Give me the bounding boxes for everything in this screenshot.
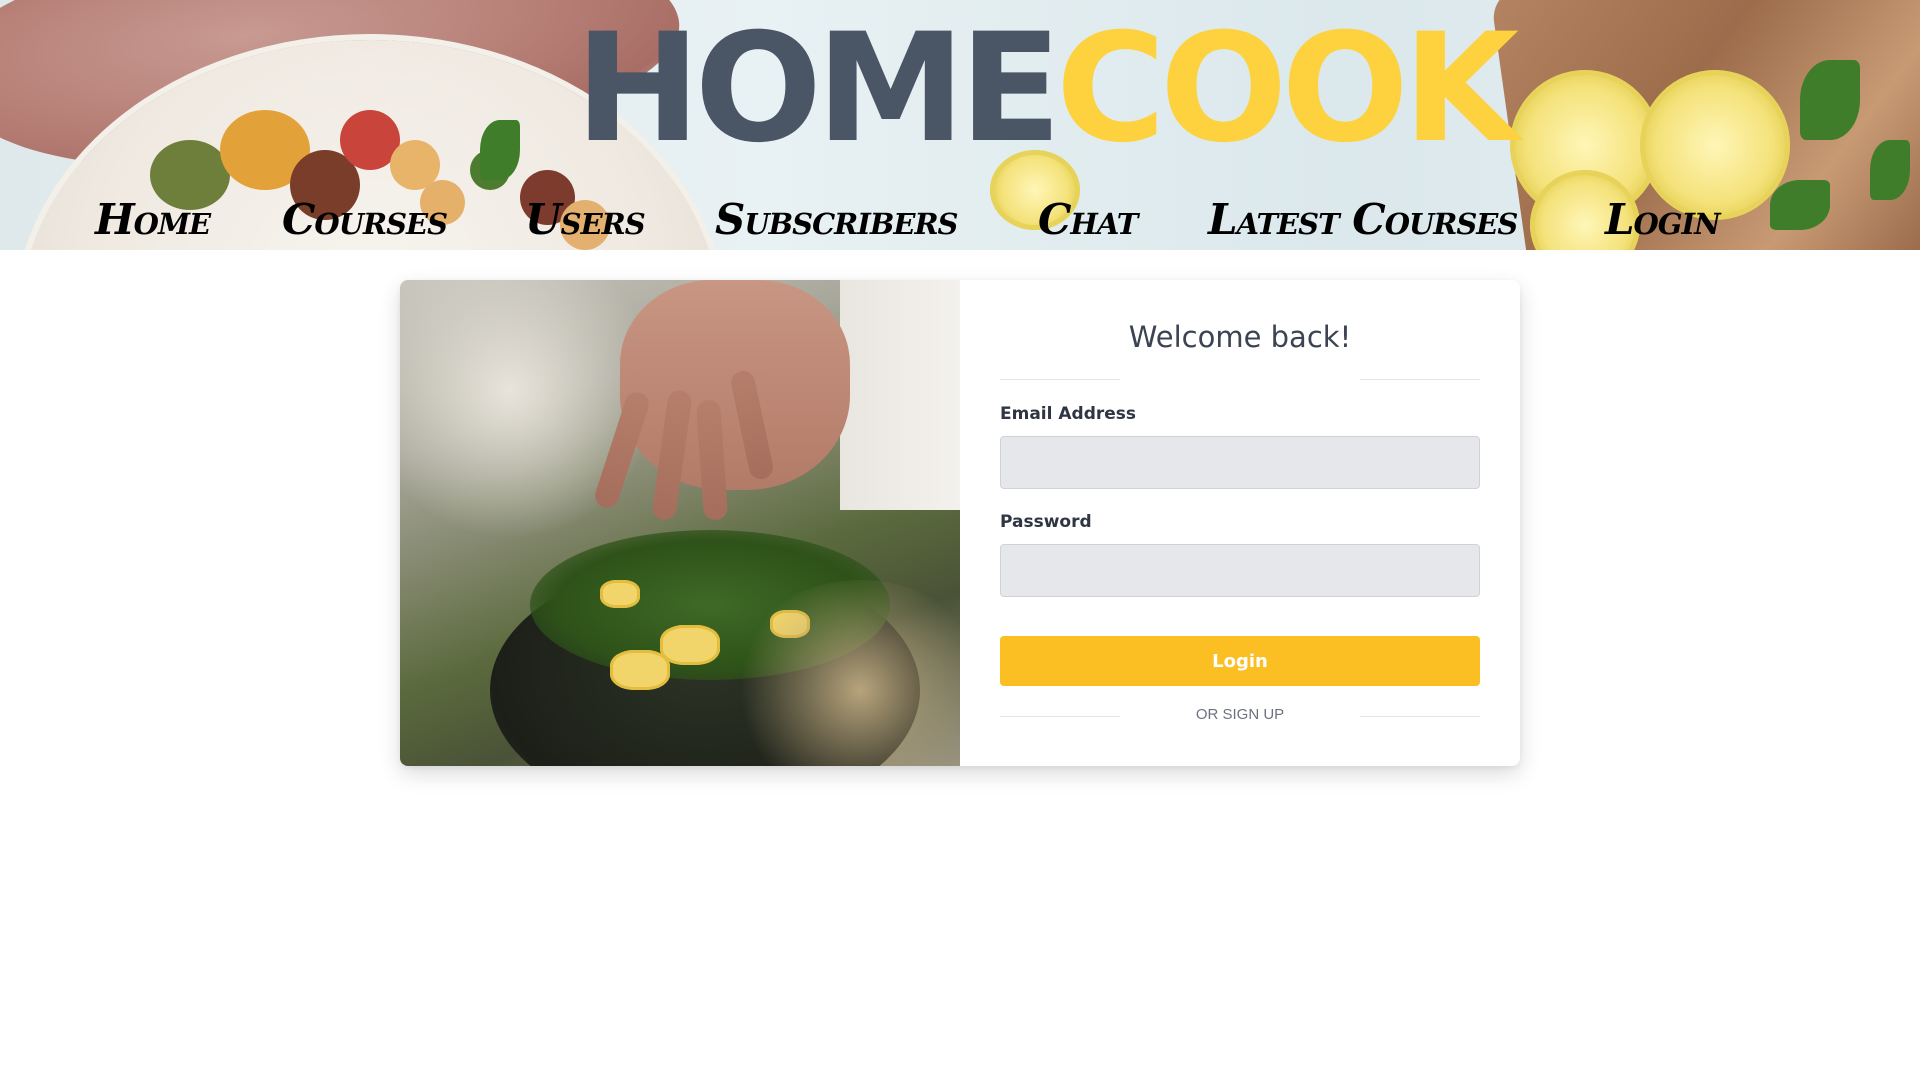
nav-item-chat[interactable]: Chat	[1038, 195, 1138, 244]
photo-lemon-piece	[600, 580, 640, 608]
photo-lemon-piece	[610, 650, 670, 690]
signup-link[interactable]: OR SIGN UP	[1000, 706, 1480, 723]
password-field[interactable]	[1000, 544, 1480, 597]
photo-chef-sleeve	[840, 280, 960, 510]
photo-lemon-piece	[660, 625, 720, 665]
signup-divider-right	[1360, 716, 1480, 717]
site-logo[interactable]: HOMECOOK	[575, 14, 1519, 164]
logo-cook-text: COOK	[1055, 2, 1519, 176]
herb-decoration	[1870, 140, 1910, 200]
login-button[interactable]: Login	[1000, 636, 1480, 686]
nav-item-subscribers[interactable]: Subscribers	[715, 195, 958, 244]
nav-item-courses[interactable]: Courses	[282, 195, 448, 244]
login-card: Welcome back! Email Address Password Log…	[400, 280, 1520, 766]
nav-item-login[interactable]: Login	[1605, 195, 1721, 244]
logo-home-text: HOME	[575, 2, 1062, 176]
title-divider-right	[1360, 379, 1480, 380]
nav-item-home[interactable]: Home	[95, 195, 211, 244]
email-field[interactable]	[1000, 436, 1480, 489]
nav-item-users[interactable]: Users	[525, 195, 646, 244]
password-label: Password	[1000, 512, 1092, 532]
header-banner: HOMECOOK Home Courses Users Subscribers …	[0, 0, 1920, 250]
email-label: Email Address	[1000, 404, 1137, 424]
main-nav: Home Courses Users Subscribers Chat Late…	[0, 195, 1920, 250]
chef-photo	[400, 280, 960, 766]
herb-decoration	[480, 120, 520, 180]
title-divider-left	[1000, 379, 1120, 380]
form-title: Welcome back!	[1128, 320, 1352, 354]
herb-decoration	[1800, 60, 1860, 140]
nav-item-latest-courses[interactable]: Latest Courses	[1208, 195, 1518, 244]
